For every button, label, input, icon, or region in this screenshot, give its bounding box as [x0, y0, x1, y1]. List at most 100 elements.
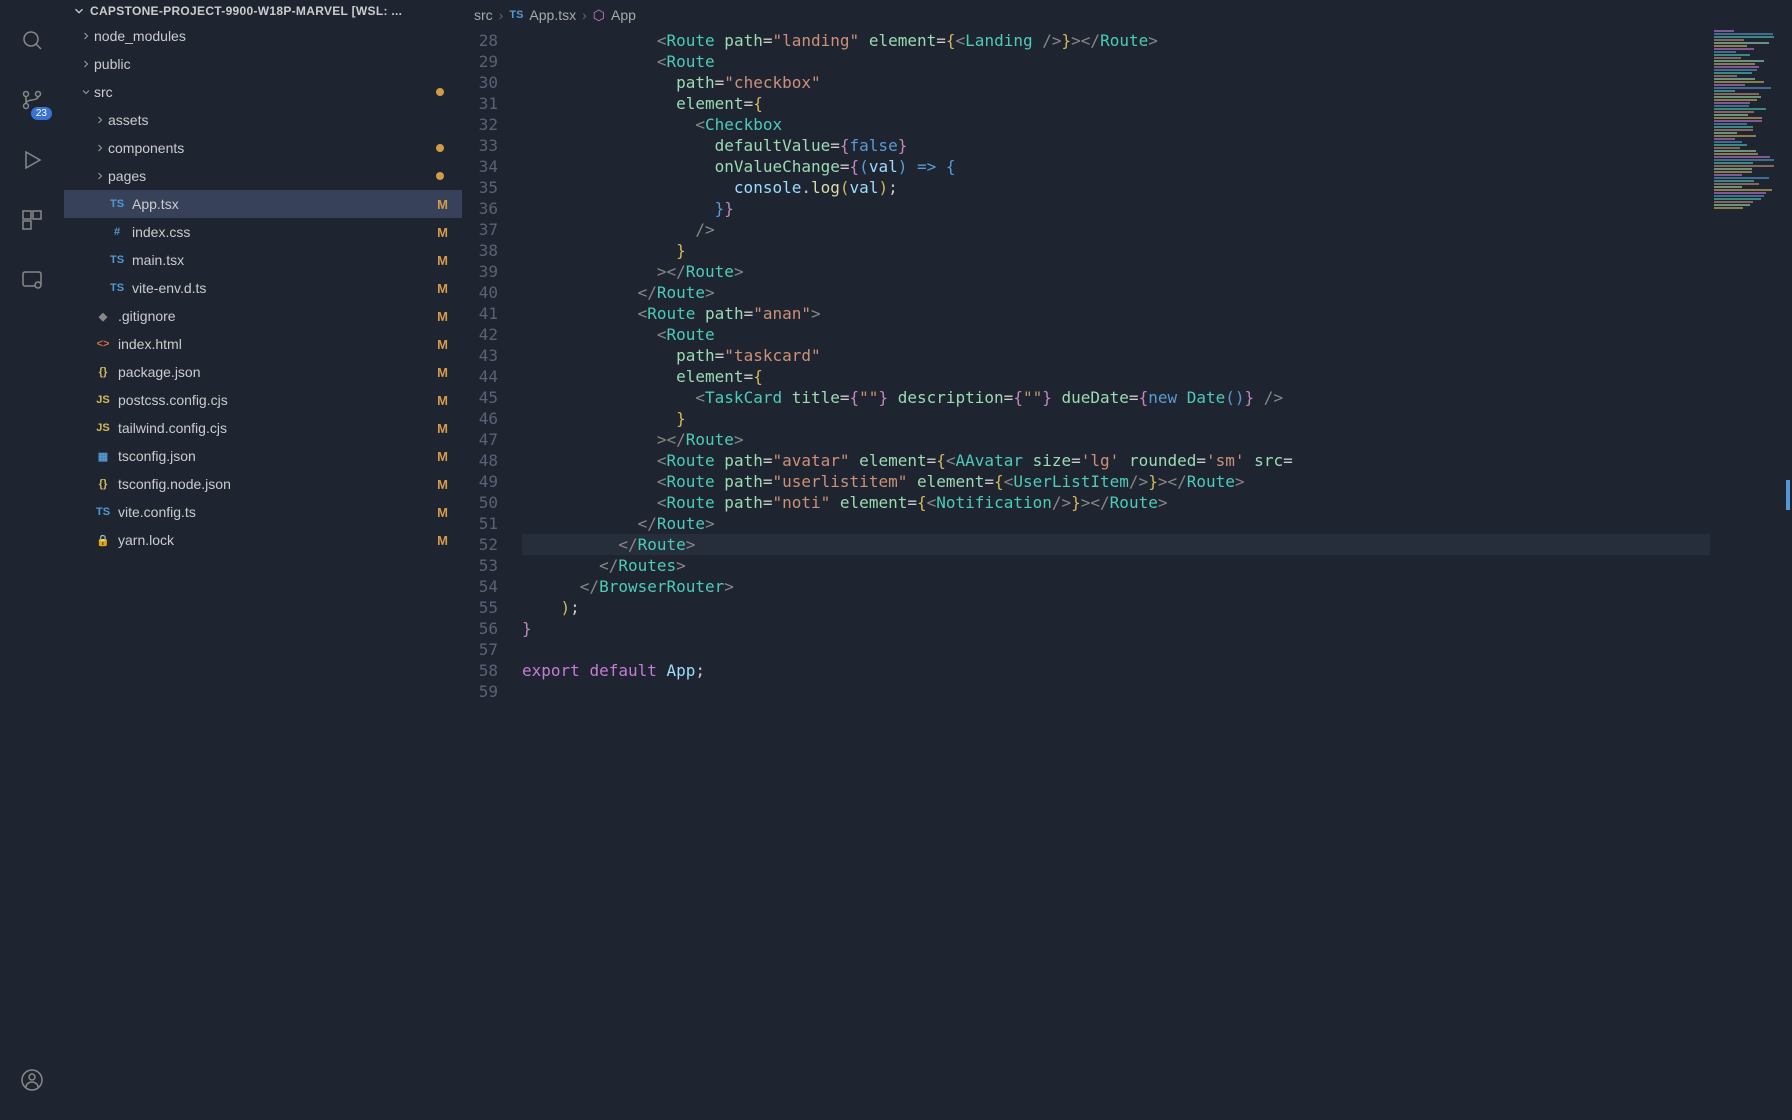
code-line[interactable]	[522, 681, 1792, 702]
code-line[interactable]	[522, 639, 1792, 660]
scroll-indicator[interactable]	[1786, 480, 1790, 510]
tree-item-vite-config-ts[interactable]: TSvite.config.tsM	[64, 498, 462, 526]
git-status: M	[437, 449, 448, 464]
code-line[interactable]: }	[522, 618, 1792, 639]
file-icon: {}	[94, 478, 112, 490]
modified-dot-icon	[436, 172, 444, 180]
tree-label: .gitignore	[118, 308, 437, 324]
code-line[interactable]: );	[522, 597, 1792, 618]
git-status: M	[437, 197, 448, 212]
chevron-right-icon	[78, 30, 94, 42]
file-icon: TS	[94, 506, 112, 518]
minimap[interactable]	[1710, 30, 1792, 280]
file-icon: JS	[94, 422, 112, 434]
code-line[interactable]: <TaskCard title={""} description={""} du…	[522, 387, 1792, 408]
code-line[interactable]: defaultValue={false}	[522, 135, 1792, 156]
file-tree: node_modulespublic src assets componentspag…	[64, 22, 462, 1120]
tree-label: node_modules	[94, 28, 462, 44]
tree-item-index-css[interactable]: #index.cssM	[64, 218, 462, 246]
tree-label: main.tsx	[132, 252, 437, 268]
chevron-right-icon	[78, 58, 94, 70]
tree-item-pages[interactable]: pages	[64, 162, 462, 190]
extensions-icon[interactable]	[8, 196, 56, 244]
tree-item-components[interactable]: components	[64, 134, 462, 162]
code-line[interactable]: element={	[522, 93, 1792, 114]
code-line[interactable]: export default App;	[522, 660, 1792, 681]
tree-item-vite-env-d-ts[interactable]: TSvite-env.d.tsM	[64, 274, 462, 302]
editor-area: src › TS App.tsx › ⬡ App 282930313233343…	[462, 0, 1792, 1120]
file-icon: ◆	[94, 310, 112, 323]
code-line[interactable]: <Route path="anan">	[522, 303, 1792, 324]
git-status: M	[437, 477, 448, 492]
remote-icon[interactable]	[8, 256, 56, 304]
code-line[interactable]: </Route>	[522, 534, 1710, 555]
code-line[interactable]: path="taskcard"	[522, 345, 1792, 366]
tree-item--gitignore[interactable]: ◆.gitignoreM	[64, 302, 462, 330]
code-line[interactable]: </BrowserRouter>	[522, 576, 1792, 597]
tree-item-yarn-lock[interactable]: 🔒yarn.lockM	[64, 526, 462, 554]
code-line[interactable]: console.log(val);	[522, 177, 1792, 198]
tree-item-package-json[interactable]: {}package.jsonM	[64, 358, 462, 386]
project-header[interactable]: CAPSTONE-PROJECT-9900-W18P-MARVEL [WSL: …	[64, 0, 462, 22]
code-line[interactable]: />	[522, 219, 1792, 240]
git-status: M	[437, 225, 448, 240]
code-line[interactable]: path="checkbox"	[522, 72, 1792, 93]
chevron-right-icon: ›	[499, 7, 504, 23]
tree-item-src[interactable]: src	[64, 78, 462, 106]
breadcrumb-file[interactable]: App.tsx	[529, 7, 576, 23]
tree-item-main-tsx[interactable]: TSmain.tsxM	[64, 246, 462, 274]
tree-item-index-html[interactable]: <>index.htmlM	[64, 330, 462, 358]
tree-item-node-modules[interactable]: node_modules	[64, 22, 462, 50]
chevron-right-icon	[92, 142, 108, 154]
code-line[interactable]: </Route>	[522, 513, 1792, 534]
run-debug-icon[interactable]	[8, 136, 56, 184]
git-status: M	[437, 365, 448, 380]
project-title: CAPSTONE-PROJECT-9900-W18P-MARVEL [WSL: …	[90, 4, 402, 18]
git-status: M	[437, 393, 448, 408]
source-control-icon[interactable]: 23	[8, 76, 56, 124]
code-line[interactable]: <Checkbox	[522, 114, 1792, 135]
git-status: M	[437, 253, 448, 268]
breadcrumb[interactable]: src › TS App.tsx › ⬡ App	[462, 0, 1792, 30]
code-line[interactable]: onValueChange={(val) => {	[522, 156, 1792, 177]
editor-content[interactable]: 2829303132333435363738394041424344454647…	[462, 30, 1792, 1120]
tree-item-public[interactable]: public	[64, 50, 462, 78]
git-status: M	[437, 337, 448, 352]
code-line[interactable]: <Route	[522, 324, 1792, 345]
breadcrumb-folder[interactable]: src	[474, 7, 493, 23]
code-line[interactable]: }	[522, 408, 1792, 429]
tree-item-assets[interactable]: assets	[64, 106, 462, 134]
tree-label: postcss.config.cjs	[118, 392, 437, 408]
tree-label: tailwind.config.cjs	[118, 420, 437, 436]
code-line[interactable]: </Route>	[522, 282, 1792, 303]
tree-item-tsconfig-node-json[interactable]: {}tsconfig.node.jsonM	[64, 470, 462, 498]
search-icon[interactable]	[8, 16, 56, 64]
code-line[interactable]: element={	[522, 366, 1792, 387]
code-line[interactable]: ></Route>	[522, 261, 1792, 282]
code-line[interactable]: <Route path="avatar" element={<AAvatar s…	[522, 450, 1792, 471]
tree-label: index.html	[118, 336, 437, 352]
git-status: M	[437, 281, 448, 296]
code-line[interactable]: }	[522, 240, 1792, 261]
tree-item-tailwind-config-cjs[interactable]: JStailwind.config.cjsM	[64, 414, 462, 442]
code-line[interactable]: <Route	[522, 51, 1792, 72]
code-line[interactable]: <Route path="userlistitem" element={<Use…	[522, 471, 1792, 492]
code-line[interactable]: <Route path="noti" element={<Notificatio…	[522, 492, 1792, 513]
tree-item-app-tsx[interactable]: TSApp.tsxM	[64, 190, 462, 218]
explorer-sidebar: CAPSTONE-PROJECT-9900-W18P-MARVEL [WSL: …	[64, 0, 462, 1120]
tree-item-postcss-config-cjs[interactable]: JSpostcss.config.cjsM	[64, 386, 462, 414]
code-line[interactable]: }}	[522, 198, 1792, 219]
file-icon: #	[108, 226, 126, 238]
breadcrumb-symbol[interactable]: App	[611, 7, 636, 23]
code-line[interactable]: <Route path="landing" element={<Landing …	[522, 30, 1792, 51]
chevron-right-icon: ›	[582, 7, 587, 23]
account-icon[interactable]	[8, 1056, 56, 1104]
code-line[interactable]: ></Route>	[522, 429, 1792, 450]
file-icon: TS	[108, 198, 126, 210]
tree-label: assets	[108, 112, 462, 128]
code-area[interactable]: <Route path="landing" element={<Landing …	[522, 30, 1792, 1120]
tree-item-tsconfig-json[interactable]: ▦tsconfig.jsonM	[64, 442, 462, 470]
tree-label: public	[94, 56, 462, 72]
code-line[interactable]: </Routes>	[522, 555, 1792, 576]
tree-label: vite.config.ts	[118, 504, 437, 520]
